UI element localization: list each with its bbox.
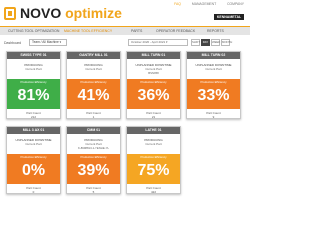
dashboard-toolbar: Dashboard Team / All Machine ▾ October 2… <box>0 38 250 47</box>
machine-name: GANTRY MILL 01 <box>67 52 120 59</box>
part-count-value: 21 <box>151 115 156 119</box>
novo-logo-icon <box>4 7 16 20</box>
part-count-value: 422 <box>150 190 156 194</box>
machine-card[interactable]: SWISS TYPE 01 PRODUCING Current Part Pro… <box>6 51 61 119</box>
machine-name: MILL TURN 02 <box>187 52 240 59</box>
machine-card[interactable]: LATHE 01 PRODUCING Current Part Producti… <box>126 126 181 194</box>
efficiency-tile: Production Efficiency 81% <box>7 79 60 109</box>
management-link[interactable]: MANAGEMENT <box>192 2 216 6</box>
segment-shift[interactable]: SHIFT <box>191 39 200 46</box>
kennametal-logo: KENNAMETAL <box>214 14 244 20</box>
current-part-value <box>187 71 240 75</box>
part-count-value: 9 <box>212 115 215 119</box>
machine-card[interactable]: MILL TURN 01 UNPLANNED DOWNTIME Current … <box>126 51 181 119</box>
efficiency-value: 41% <box>77 87 110 104</box>
part-count-value: 0 <box>32 190 35 194</box>
efficiency-value: 81% <box>17 87 50 104</box>
part-count-value: 212 <box>30 115 36 119</box>
efficiency-label: Production Efficiency <box>140 80 167 84</box>
efficiency-tile: Production Efficiency 39% <box>67 154 120 184</box>
efficiency-label: Production Efficiency <box>20 155 47 159</box>
app-header: NOVO optimize FAQ MANAGEMENT COMPANY KEN… <box>0 0 250 26</box>
dashboard-label: Dashboard <box>4 41 22 45</box>
company-link[interactable]: COMPANY <box>227 2 244 6</box>
part-count-value: 5 <box>92 190 95 194</box>
machine-card[interactable]: CMM 01 PRODUCING Current Part K-8998813-… <box>66 126 121 194</box>
current-part-value <box>7 146 60 150</box>
brand-name-primary: NOVO <box>20 5 62 21</box>
main-nav: CUTTING TOOL OPTIMIZATION MACHINE TOOL E… <box>0 26 250 35</box>
machine-card[interactable]: GANTRY MILL 01 PRODUCING Current Part Pr… <box>66 51 121 119</box>
machine-card[interactable]: MILL TURN 02 UNPLANNED DOWNTIME Current … <box>186 51 241 119</box>
dashboard-select[interactable]: Team / All Machine ▾ <box>29 39 67 46</box>
current-part-value <box>7 71 60 75</box>
tab-reports[interactable]: REPORTS <box>207 29 224 33</box>
efficiency-tile: Production Efficiency 0% <box>7 154 60 184</box>
machine-name: CMM 01 <box>67 127 120 134</box>
machine-name: MILL 3 AX 01 <box>7 127 60 134</box>
segment-day[interactable]: DAY <box>201 39 210 46</box>
top-links: FAQ MANAGEMENT COMPANY <box>164 2 244 6</box>
machine-name: SWISS TYPE 01 <box>7 52 60 59</box>
segment-month[interactable]: MONTH <box>221 39 232 46</box>
current-part-value <box>67 71 120 75</box>
current-part-value: BSN958 <box>148 71 159 75</box>
tab-operator-feedback[interactable]: OPERATOR FEEDBACK <box>156 29 195 33</box>
tab-cutting-tool-optimization[interactable]: CUTTING TOOL OPTIMIZATION <box>8 29 59 33</box>
efficiency-value: 75% <box>137 162 170 179</box>
app-brand[interactable]: NOVO optimize <box>20 5 122 21</box>
machine-name: LATHE 01 <box>127 127 180 134</box>
efficiency-tile: Production Efficiency 33% <box>187 79 240 109</box>
efficiency-tile: Production Efficiency 75% <box>127 154 180 184</box>
efficiency-value: 39% <box>77 162 110 179</box>
efficiency-tile: Production Efficiency 36% <box>127 79 180 109</box>
machine-card[interactable]: MILL 3 AX 01 UNPLANNED DOWNTIME Current … <box>6 126 61 194</box>
efficiency-label: Production Efficiency <box>80 155 107 159</box>
tab-machine-tool-efficiency[interactable]: MACHINE TOOL EFFICIENCY <box>64 29 112 33</box>
brand-name-secondary: optimize <box>65 5 122 21</box>
efficiency-label: Production Efficiency <box>200 80 227 84</box>
efficiency-value: 36% <box>137 87 170 104</box>
machine-name: MILL TURN 01 <box>127 52 180 59</box>
faq-link[interactable]: FAQ <box>174 2 181 6</box>
efficiency-label: Production Efficiency <box>80 80 107 84</box>
tab-parts[interactable]: PARTS <box>131 29 142 33</box>
efficiency-label: Production Efficiency <box>20 80 47 84</box>
date-range-picker[interactable]: October 2020 - April 2021 ▾ <box>128 39 188 46</box>
efficiency-label: Production Efficiency <box>140 155 167 159</box>
part-count-value: 1 <box>92 115 95 119</box>
efficiency-value: 0% <box>21 162 46 179</box>
efficiency-value: 33% <box>197 87 230 104</box>
current-part-value: K-8998813-1-YENHE-YL <box>77 146 110 150</box>
current-part-value <box>127 146 180 150</box>
efficiency-tile: Production Efficiency 41% <box>67 79 120 109</box>
segment-week[interactable]: WEEK <box>211 39 220 46</box>
